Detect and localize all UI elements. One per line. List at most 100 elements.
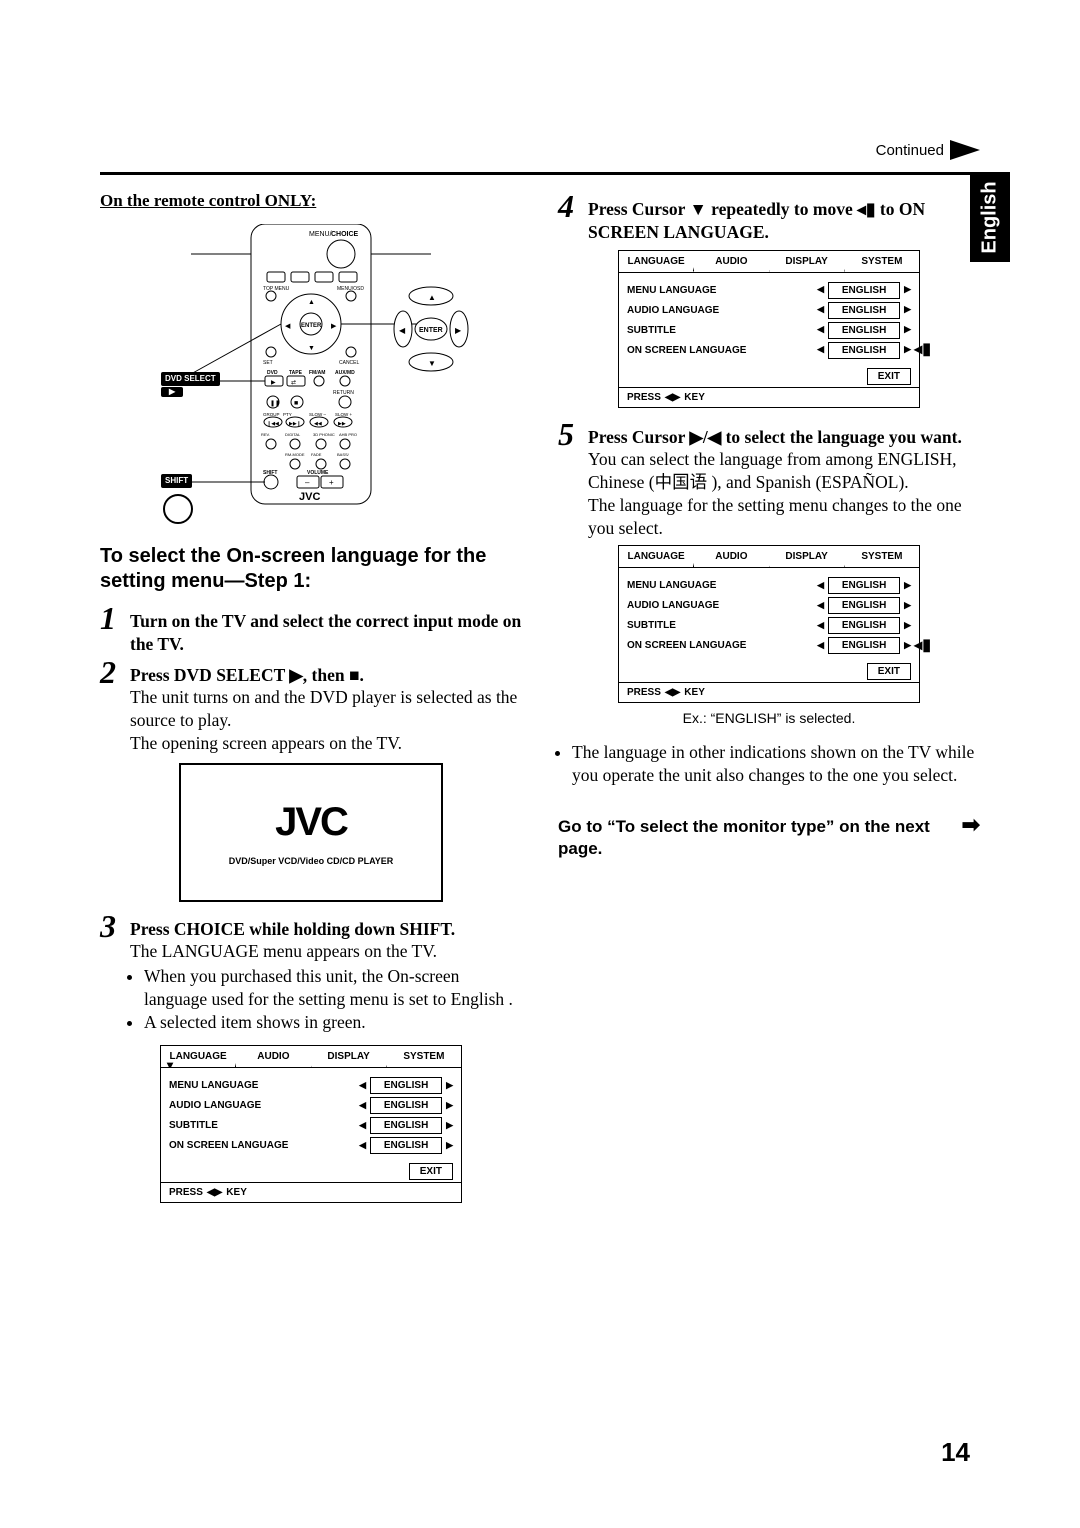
- pointer-left-icon: ◂▮: [914, 638, 931, 654]
- language-side-tab-label: English: [979, 181, 1002, 253]
- svg-text:▼: ▼: [308, 345, 315, 352]
- osd-row-label: ON SCREEN LANGUAGE: [627, 639, 817, 652]
- step3-bullet2: A selected item shows in green.: [144, 1011, 522, 1034]
- dpad-callout-graphic: ▲ ▼ ◀ ▶ ENTER: [391, 284, 471, 374]
- osd-row-value: ENGLISH: [828, 322, 900, 339]
- osd-row-value: ENGLISH: [828, 577, 900, 594]
- right-arrow-icon: ➡: [962, 811, 980, 840]
- jvc-logo: JVC: [275, 796, 347, 848]
- choice-label: CHOICE: [331, 231, 359, 238]
- svg-text:FADE: FADE: [311, 452, 322, 457]
- svg-text:❙◀◀: ❙◀◀: [267, 421, 279, 427]
- svg-text:▶: ▶: [271, 380, 276, 386]
- osd-foot-key: KEY: [226, 1186, 247, 1199]
- osd-tab-display: DISPLAY: [770, 546, 845, 567]
- svg-text:▲: ▲: [308, 299, 315, 306]
- left-triangle-icon: ◀: [359, 1080, 366, 1092]
- osd-foot-press: PRESS: [169, 1186, 203, 1199]
- header-rule: [100, 172, 980, 175]
- osd-tab-audio: AUDIO: [694, 546, 769, 567]
- svg-text:ENTER: ENTER: [301, 323, 322, 329]
- shift-circle-callout: [161, 492, 421, 792]
- pointer-left-icon: ◂▮: [914, 342, 931, 358]
- step1-number: 1: [100, 602, 122, 656]
- svg-text:+: +: [329, 478, 334, 487]
- osd-tab-system: SYSTEM: [845, 546, 919, 567]
- osd-tab-language: LANGUAGE: [619, 546, 694, 567]
- svg-text:❚❚: ❚❚: [270, 400, 280, 407]
- page-number: 14: [941, 1437, 970, 1468]
- osd-row-value: ENGLISH: [828, 282, 900, 299]
- remote-control-graphic: MENU/ CHOICE ENTER ▲ ▼ ◀: [181, 224, 441, 524]
- step2-number: 2: [100, 656, 122, 755]
- step4-lead: Press Cursor ▼ repeatedly to move ◂▮ to …: [588, 199, 925, 242]
- svg-text:■: ■: [294, 400, 298, 407]
- svg-text:3D PHONIC: 3D PHONIC: [313, 432, 335, 437]
- svg-text:VOLUME: VOLUME: [307, 470, 329, 476]
- svg-text:ENTER: ENTER: [419, 327, 443, 334]
- down-arrow-icon: ▾: [167, 1059, 173, 1068]
- osd-row-value: ENGLISH: [828, 302, 900, 319]
- svg-text:RM-MODE: RM-MODE: [285, 452, 305, 457]
- svg-text:DIGITAL: DIGITAL: [285, 432, 301, 437]
- svg-text:▶▶: ▶▶: [338, 421, 346, 427]
- svg-text:◀◀: ◀◀: [314, 421, 322, 427]
- step4-number: 4: [558, 190, 580, 244]
- step3-body1: The LANGUAGE menu appears on the TV.: [130, 940, 522, 963]
- osd-row-value: ENGLISH: [828, 342, 900, 359]
- svg-text:▼: ▼: [428, 359, 436, 368]
- osd-row-label: SUBTITLE: [627, 324, 817, 337]
- osd-exit: EXIT: [867, 368, 911, 385]
- svg-text:GROUP: GROUP: [263, 412, 280, 417]
- next-page-link: Go to “To select the monitor type” on th…: [558, 816, 956, 860]
- language-side-tab: English: [970, 172, 1010, 262]
- svg-text:RETURN: RETURN: [333, 390, 354, 396]
- osd-menu-step3: LANGUAGE ▾ AUDIO DISPLAY SYSTEM MENU LAN…: [160, 1045, 462, 1203]
- osd-row-label: ON SCREEN LANGUAGE: [169, 1139, 359, 1152]
- osd-menu-step4: LANGUAGE AUDIO DISPLAY SYSTEM MENU LANGU…: [618, 250, 920, 408]
- step5-number: 5: [558, 418, 580, 540]
- note-bullet: The language in other indications shown …: [572, 741, 980, 787]
- osd-row-label: MENU LANGUAGE: [627, 284, 817, 297]
- svg-text:SET: SET: [263, 360, 273, 366]
- step5-body1: You can select the language from among E…: [588, 448, 980, 494]
- osd-row-value: ENGLISH: [370, 1137, 442, 1154]
- osd-tab-system: SYSTEM: [845, 251, 919, 272]
- svg-text:◀: ◀: [285, 323, 291, 330]
- svg-text:AUX/MD: AUX/MD: [335, 370, 355, 376]
- svg-text:FM/AM: FM/AM: [309, 370, 325, 376]
- lr-triangle-icon: ◀▶: [207, 1186, 222, 1199]
- osd-tab-audio: AUDIO: [694, 251, 769, 272]
- osd-row-label: SUBTITLE: [627, 619, 817, 632]
- osd-tab-language: LANGUAGE ▾: [161, 1046, 236, 1067]
- svg-text:BASS/: BASS/: [337, 452, 350, 457]
- osd-row-label: MENU LANGUAGE: [169, 1079, 359, 1092]
- osd-row-value: ENGLISH: [370, 1077, 442, 1094]
- svg-text:CANCEL: CANCEL: [339, 360, 360, 366]
- continued-arrow-icon: [950, 140, 980, 160]
- step5-body2: The language for the setting menu change…: [588, 494, 980, 540]
- step3-bullet1: When you purchased this unit, the On-scr…: [144, 965, 522, 1011]
- svg-text:–: –: [305, 478, 310, 487]
- step3-lead: Press CHOICE while holding down SHIFT.: [130, 919, 455, 939]
- remote-tag-shift: SHIFT: [161, 474, 192, 488]
- osd-row-value: ENGLISH: [828, 637, 900, 654]
- svg-text:REV.: REV.: [261, 432, 270, 437]
- continued-label: Continued: [876, 142, 944, 159]
- svg-text:⇄: ⇄: [291, 379, 296, 386]
- osd-row-value: ENGLISH: [828, 617, 900, 634]
- step3-number: 3: [100, 910, 122, 1040]
- osd-row-value: ENGLISH: [370, 1097, 442, 1114]
- osd-caption: Ex.: “ENGLISH” is selected.: [558, 709, 980, 727]
- osd-row-label: AUDIO LANGUAGE: [169, 1099, 359, 1112]
- osd-exit: EXIT: [867, 663, 911, 680]
- osd-tab-display: DISPLAY: [770, 251, 845, 272]
- right-triangle-icon: ▶: [446, 1080, 453, 1092]
- osd-row-label: AUDIO LANGUAGE: [627, 599, 817, 612]
- svg-text:SLOW –: SLOW –: [309, 412, 327, 417]
- osd-tab-display: DISPLAY: [312, 1046, 387, 1067]
- osd-row-label: MENU LANGUAGE: [627, 579, 817, 592]
- step5-lead: Press Cursor ▶/◀ to select the language …: [588, 427, 962, 447]
- svg-text:MENU/: MENU/: [309, 231, 332, 238]
- svg-text:TOP MENU: TOP MENU: [263, 286, 290, 292]
